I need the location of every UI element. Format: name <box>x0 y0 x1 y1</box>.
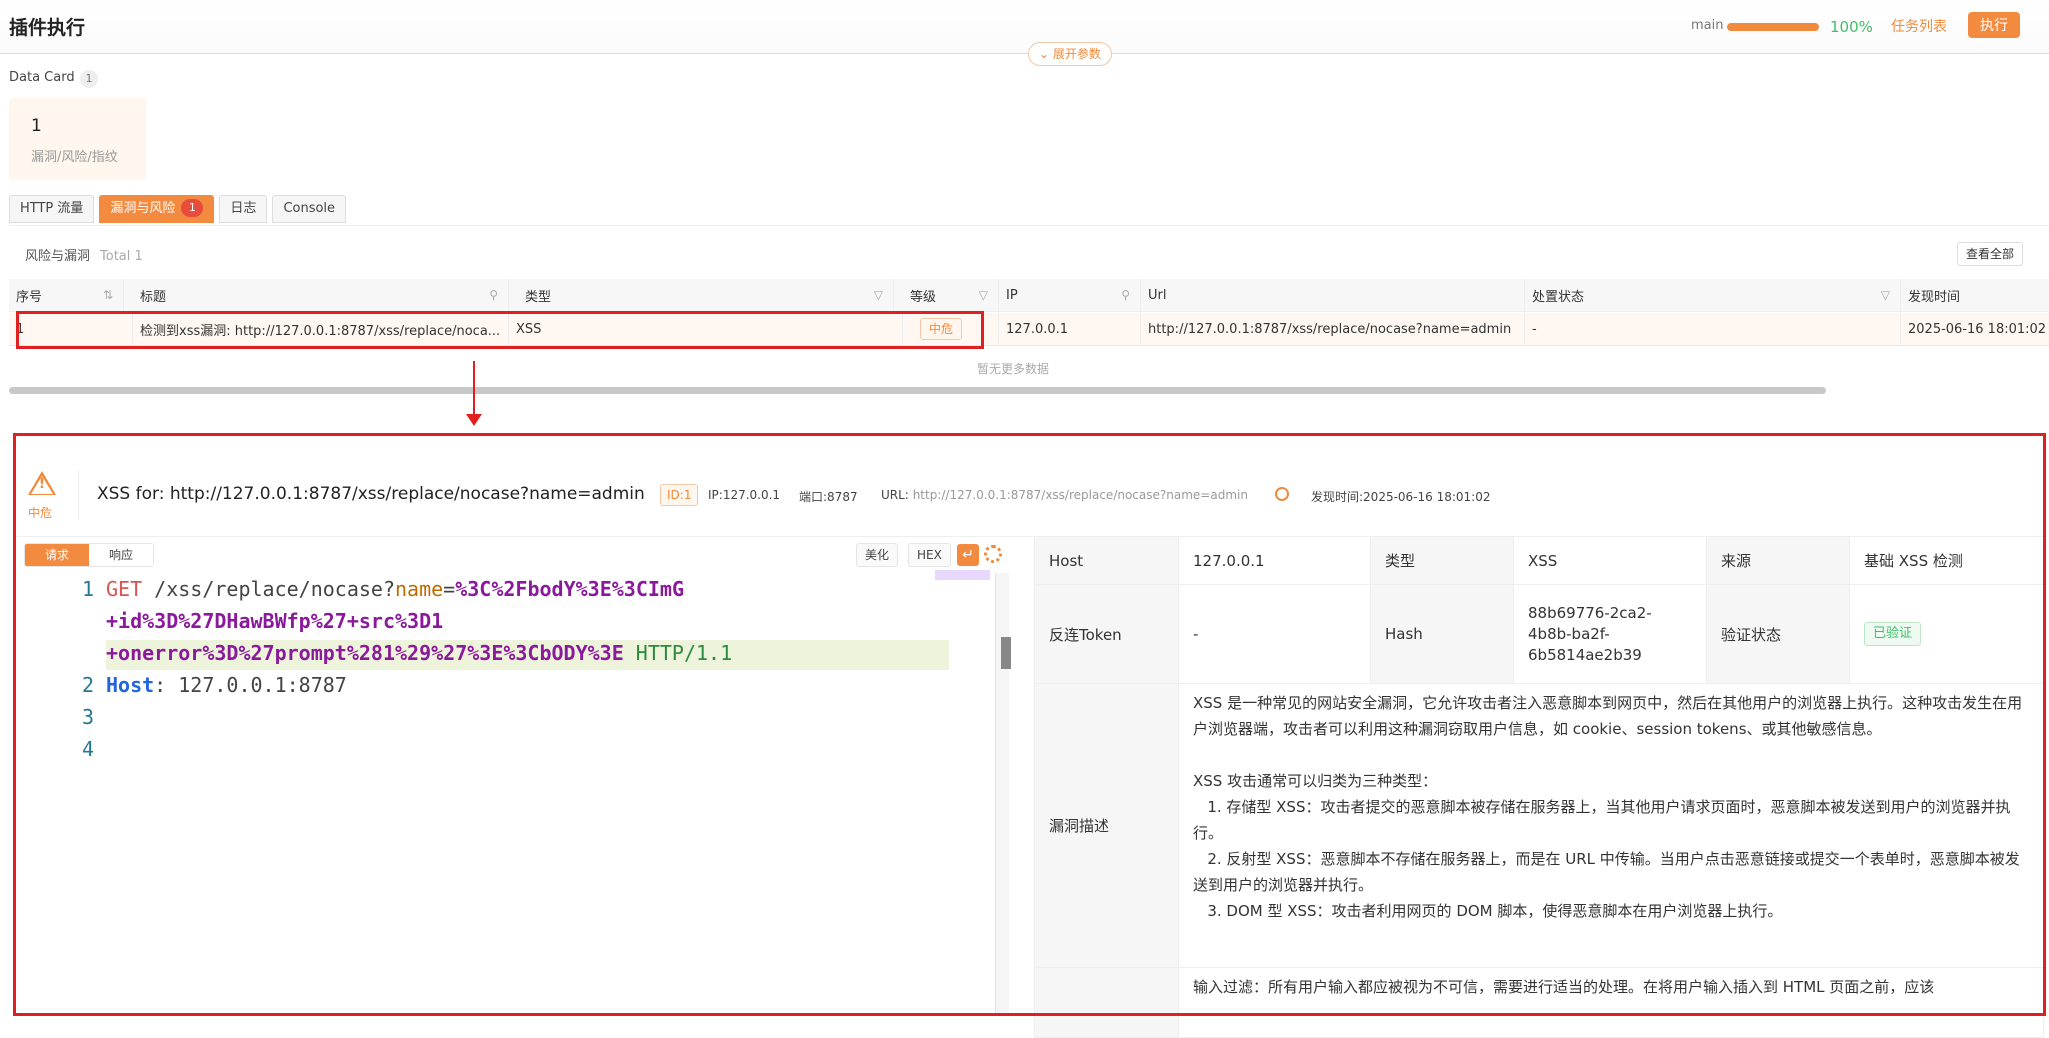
tab-vulns-label: 漏洞与风险 <box>110 201 176 216</box>
col-index-label: 序号 <box>16 289 43 305</box>
col-ip[interactable]: IP ⚲ <box>999 279 1141 311</box>
filter-icon[interactable]: ▽ <box>874 288 883 302</box>
card-label: 漏洞/风险/指纹 <box>31 150 118 165</box>
row-url: http://127.0.0.1:8787/xss/replace/nocase… <box>1141 313 1525 345</box>
col-time[interactable]: 发现时间 <box>1901 279 2049 311</box>
col-status-label: 处置状态 <box>1532 289 1585 305</box>
col-level[interactable]: 等级 ▽ <box>903 279 999 311</box>
progress-fill <box>1727 23 1819 31</box>
filter-icon[interactable]: ▽ <box>979 288 988 302</box>
arrow-down-icon <box>466 414 482 426</box>
row-ip: 127.0.0.1 <box>999 313 1141 345</box>
arrow-line <box>473 361 475 418</box>
tab-console[interactable]: Console <box>272 195 347 223</box>
col-title[interactable]: 标题 ⚲ <box>133 279 509 311</box>
expand-params-label: 展开参数 <box>1052 47 1101 61</box>
col-ip-label: IP <box>1006 287 1018 303</box>
tab-http-traffic[interactable]: HTTP 流量 <box>9 195 95 223</box>
data-card-count: 1 <box>80 70 98 88</box>
col-url[interactable]: Url <box>1141 279 1525 311</box>
page-title: 插件执行 <box>9 17 86 39</box>
data-card[interactable]: 1 漏洞/风险/指纹 <box>9 98 146 180</box>
col-level-label: 等级 <box>910 289 937 305</box>
filter-icon[interactable]: ▽ <box>1881 288 1890 302</box>
table-header: 序号 ⇅ 标题 ⚲ 类型 ▽ 等级 ▽ IP ⚲ Url 处置状态 ▽ 发现时间 <box>9 279 2049 312</box>
tab-vulns[interactable]: 漏洞与风险 1 <box>99 195 215 223</box>
tab-vulns-badge: 1 <box>181 199 204 217</box>
task-list-link[interactable]: 任务列表 <box>1891 16 1947 36</box>
row-status: - <box>1525 313 1901 345</box>
top-bar: 插件执行 main 100% 任务列表 执行 <box>0 0 2049 54</box>
search-icon[interactable]: ⚲ <box>1121 288 1130 302</box>
col-index[interactable]: 序号 ⇅ <box>9 279 124 311</box>
col-title-label: 标题 <box>140 289 167 305</box>
col-type[interactable]: 类型 ▽ <box>518 279 894 311</box>
branch-label: main <box>1691 18 1724 33</box>
no-more-data: 暂无更多数据 <box>977 362 1050 376</box>
col-type-label: 类型 <box>525 289 552 305</box>
run-button[interactable]: 执行 <box>1968 12 2020 38</box>
progress-percent: 100% <box>1830 18 1873 36</box>
col-status[interactable]: 处置状态 ▽ <box>1525 279 1901 311</box>
search-icon[interactable]: ⚲ <box>489 288 498 302</box>
data-card-label: Data Card <box>9 70 75 85</box>
section-total: Total 1 <box>100 249 143 264</box>
progress-bar <box>1727 23 1819 31</box>
card-value: 1 <box>31 116 42 136</box>
highlight-box-detail <box>13 433 2046 1016</box>
horizontal-scrollbar[interactable] <box>9 387 1826 394</box>
result-tabs: HTTP 流量 漏洞与风险 1 日志 Console <box>9 195 347 225</box>
tab-logs[interactable]: 日志 <box>219 195 268 223</box>
section-title-text: 风险与漏洞 <box>25 249 91 264</box>
expand-params-button[interactable]: ⌄ 展开参数 <box>1028 42 1112 66</box>
row-time: 2025-06-16 18:01:02 <box>1908 321 2047 337</box>
chevron-down-icon: ⌄ <box>1039 47 1053 61</box>
section-title: 风险与漏洞 Total 1 <box>25 245 143 264</box>
sort-icon[interactable]: ⇅ <box>103 288 113 302</box>
view-all-button[interactable]: 查看全部 <box>1957 242 2024 266</box>
highlight-box-row <box>16 311 984 349</box>
